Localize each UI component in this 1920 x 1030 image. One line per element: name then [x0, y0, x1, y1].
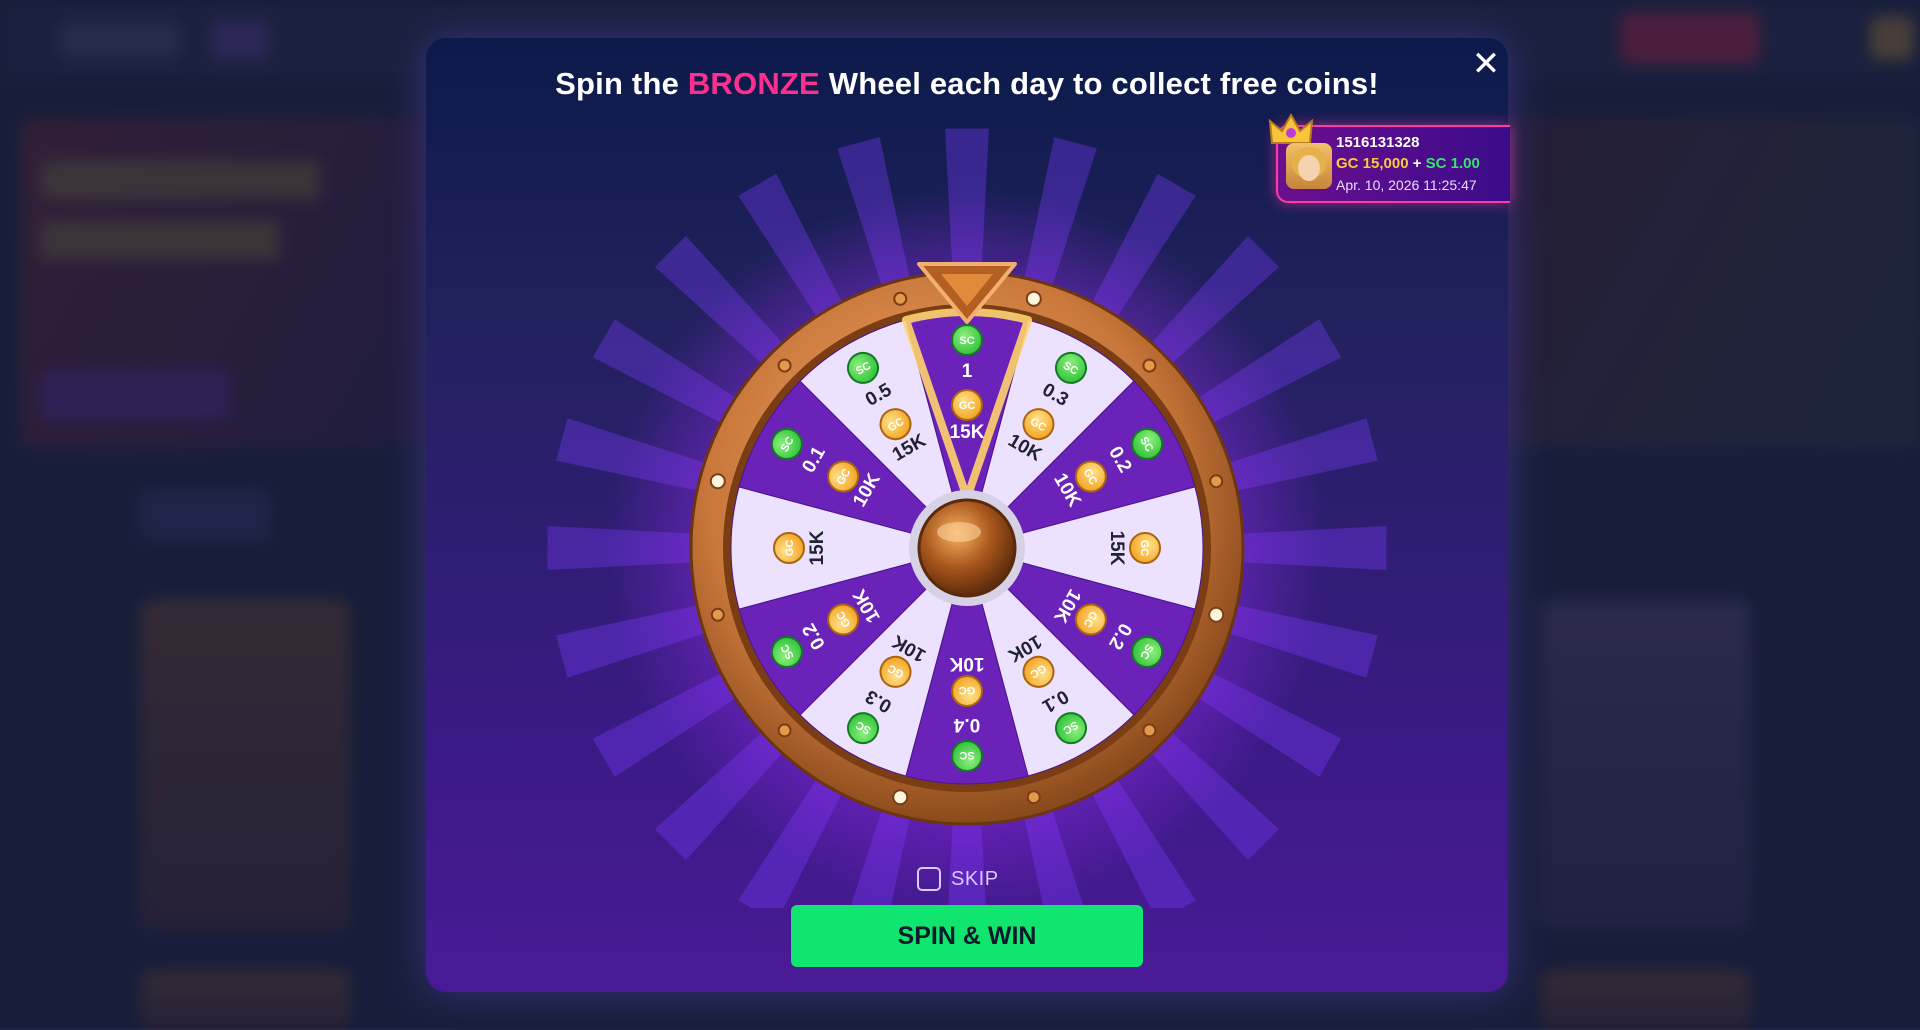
svg-text:SC: SC: [959, 335, 974, 347]
rim-light: [710, 607, 725, 622]
rim-light: [1208, 606, 1225, 623]
winner-sc-amount: SC 1.00: [1425, 155, 1480, 172]
svg-text:GC: GC: [959, 684, 976, 696]
close-button[interactable]: ✕: [1466, 44, 1506, 84]
prize-wheel-graphic: SC1GC15KSC0.3GC10K SC0.2GC10KGC15KSC0.2GC…: [547, 128, 1387, 908]
close-icon: ✕: [1471, 44, 1501, 84]
winner-prize-plus: +: [1412, 155, 1422, 172]
svg-text:GC: GC: [1138, 540, 1150, 557]
rim-light: [892, 789, 909, 806]
sc-coin-icon: SC: [951, 324, 983, 356]
winner-avatar: [1286, 143, 1332, 189]
sc-coin-icon: SC: [951, 740, 983, 772]
svg-text:SC: SC: [959, 749, 974, 761]
rim-light: [1025, 290, 1042, 307]
skip-checkbox-row[interactable]: SKIP: [917, 864, 999, 894]
segment-sc-value: 1: [962, 361, 973, 382]
skip-label: SKIP: [951, 867, 999, 890]
gc-coin-icon: GC: [1129, 532, 1161, 564]
wheel-hub-shine: [937, 522, 981, 542]
skip-checkbox[interactable]: [917, 867, 941, 891]
rim-light: [777, 723, 792, 738]
segment-gc-value: 15K: [1106, 531, 1127, 566]
spin-button-label: SPIN & WIN: [897, 921, 1037, 950]
winner-id: 1516131328: [1336, 134, 1420, 151]
prize-wheel: SC 1 GC 15K SC 0.3 GC 10K SC 0.2 GC 10K GC 15K SC 0.2 GC…: [547, 88, 1387, 908]
winner-gc-amount: GC 15,000: [1336, 155, 1409, 172]
wheel-hub: [917, 498, 1017, 598]
winner-prize: GC 15,000 + SC 1.00: [1336, 155, 1480, 172]
segment-gc-value: 15K: [950, 422, 985, 443]
rim-light: [777, 358, 792, 373]
segment-gc-value: 10K: [949, 653, 984, 674]
rim-light: [709, 473, 726, 490]
spin-and-win-button[interactable]: SPIN & WIN: [791, 905, 1143, 967]
rim-light: [893, 291, 908, 306]
rim-light: [1142, 723, 1157, 738]
svg-text:GC: GC: [784, 540, 796, 557]
recent-winner-card: 1516131328 GC 15,000 + SC 1.00 Apr. 10, …: [1268, 113, 1510, 203]
gc-coin-icon: GC: [951, 675, 983, 707]
rim-light: [1026, 790, 1041, 805]
gc-coin-icon: GC: [773, 532, 805, 564]
rim-light: [1209, 474, 1224, 489]
gc-coin-icon: GC: [951, 389, 983, 421]
rim-light: [1142, 358, 1157, 373]
segment-gc-value: 15K: [807, 530, 828, 565]
segment-sc-value: 0.4: [953, 714, 980, 735]
svg-text:GC: GC: [959, 400, 976, 412]
winner-datetime: Apr. 10, 2026 11:25:47: [1336, 177, 1477, 193]
